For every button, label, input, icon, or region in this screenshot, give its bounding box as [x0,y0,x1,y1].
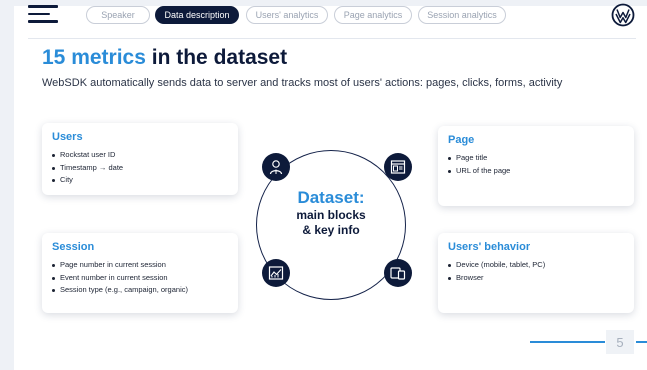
list-item: Page number in current session [52,259,228,272]
devices-icon [384,259,412,287]
tab-page-analytics[interactable]: Page analytics [334,6,412,24]
title-accent: 15 metrics [42,46,146,69]
dataset-line2: main blocks [296,208,366,222]
dataset-heading: Dataset: [297,188,365,207]
list-item: URL of the page [448,165,624,178]
dataset-line3: & key info [302,223,360,237]
footer-line-end [636,341,647,343]
hamburger-menu-icon[interactable] [28,5,58,23]
card-session-title: Session [52,241,95,253]
list-item: Rockstat user ID [52,149,228,162]
user-icon [262,153,290,181]
header-divider [28,38,636,39]
list-item: Session type (e.g., campaign, organic) [52,284,228,297]
page-subtitle: WebSDK automatically sends data to serve… [42,77,563,89]
card-users: Users Rockstat user ID Timestamp → date … [42,123,238,195]
title-rest: in the dataset [145,46,288,69]
card-users-behavior: Users' behavior Device (mobile, tablet, … [438,233,634,313]
list-item: Event number in current session [52,272,228,285]
dataset-label: Dataset: main blocks & key info [256,188,406,238]
list-item: City [52,174,228,187]
list-item: Browser [448,272,624,285]
tab-data-description[interactable]: Data description [155,6,239,24]
list-item: Page title [448,152,624,165]
vw-logo-icon [611,3,635,27]
footer-line [530,341,605,343]
tab-speaker[interactable]: Speaker [86,6,150,24]
list-item: Timestamp → date [52,162,228,175]
page-number: 5 [606,330,634,354]
card-page-title: Page [448,134,475,146]
page-title: 15 metrics in the dataset [42,46,287,70]
card-users-title: Users [52,131,83,143]
card-behavior-title: Users' behavior [448,241,531,253]
analytics-chart-icon [262,259,290,287]
card-page: Page Page title URL of the page [438,126,634,206]
list-item: Device (mobile, tablet, PC) [448,259,624,272]
card-session: Session Page number in current session E… [42,233,238,313]
tab-users-analytics[interactable]: Users' analytics [246,6,328,24]
tab-session-analytics[interactable]: Session analytics [418,6,506,24]
browser-window-icon [384,153,412,181]
